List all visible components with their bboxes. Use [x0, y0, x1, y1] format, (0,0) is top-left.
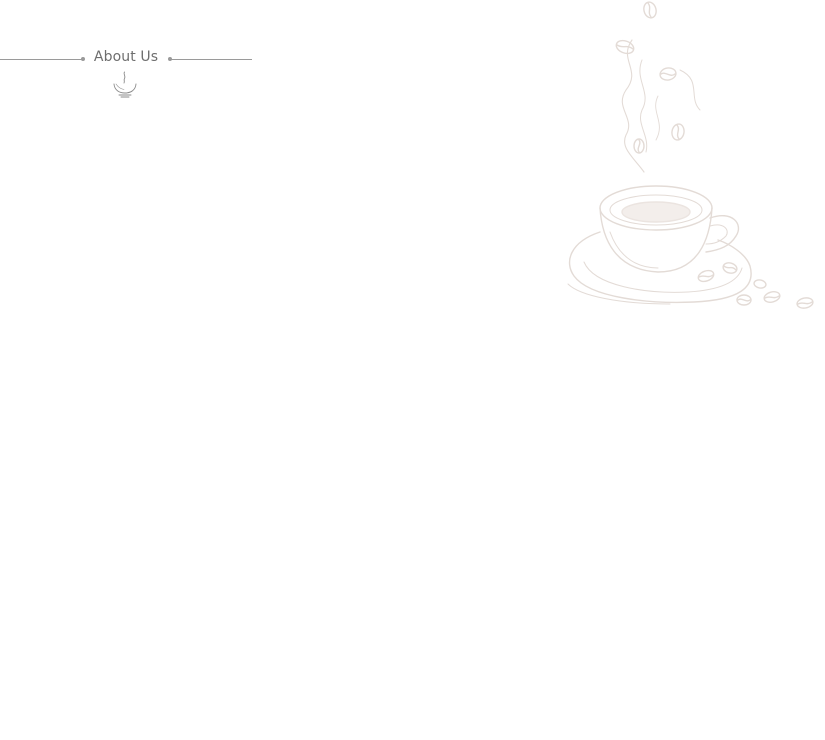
coffee-cup-icon — [111, 70, 139, 100]
heading-rule-left — [0, 58, 82, 60]
section-title: About Us — [93, 49, 159, 65]
heading-rule-dot-left — [81, 57, 85, 61]
about-page: About Us — [0, 0, 825, 740]
coffee-bean-icon — [643, 1, 657, 19]
coffee-cup-illustration — [560, 0, 825, 320]
heading-row: About Us — [0, 48, 252, 70]
heading-rule-right — [170, 58, 252, 60]
section-heading: About Us — [0, 48, 252, 104]
